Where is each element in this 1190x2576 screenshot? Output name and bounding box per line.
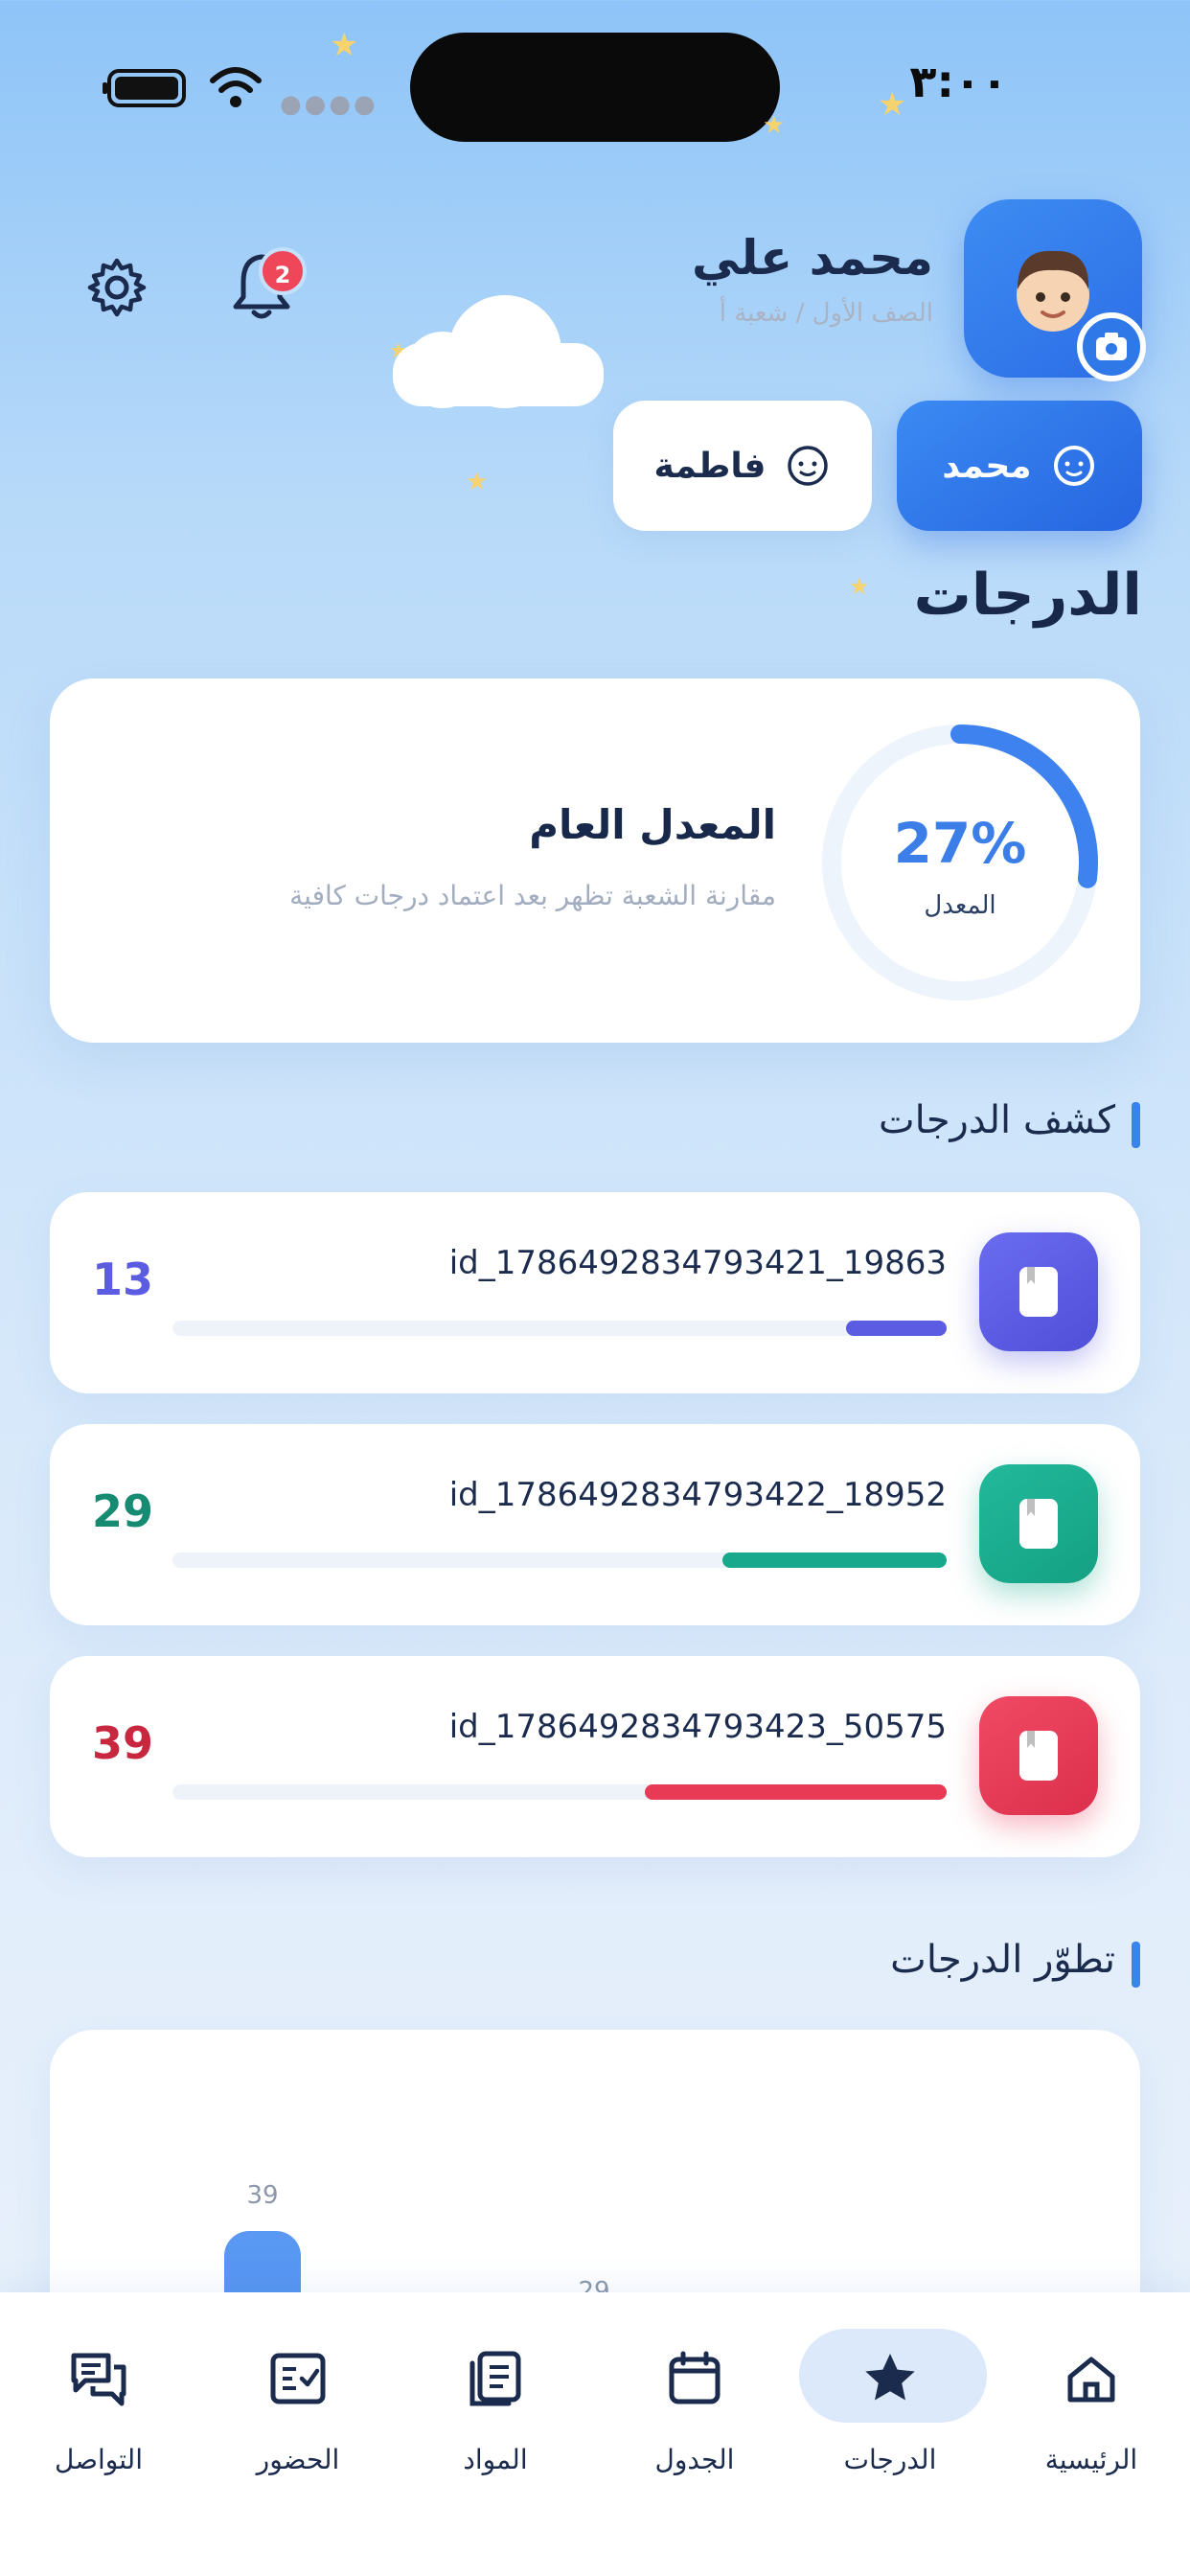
nav-label: المواد xyxy=(463,2444,528,2475)
page-title: الدرجات xyxy=(913,562,1142,629)
grade-row[interactable]: id_1786492834793423_50575 39 xyxy=(50,1656,1140,1857)
cloud-decoration xyxy=(393,295,604,408)
wifi-icon xyxy=(210,67,262,107)
chart-data-label: 39 xyxy=(246,2181,279,2210)
grade-progress-fill xyxy=(845,1321,947,1336)
grade-progress-track xyxy=(172,1321,947,1336)
status-time: ٣:٠٠ xyxy=(909,56,1008,107)
average-label: المعدل xyxy=(924,891,996,920)
grade-progress-fill xyxy=(644,1784,947,1800)
kid-tab-fatima[interactable]: فاطمة xyxy=(613,401,872,531)
average-subtitle: مقارنة الشعبة تظهر بعد اعتماد درجات كافي… xyxy=(289,880,776,911)
nav-item-home[interactable]: الرئيسية xyxy=(1000,2329,1182,2520)
gear-icon[interactable] xyxy=(86,257,148,318)
grade-progress-track xyxy=(172,1784,947,1800)
grade-value: 39 xyxy=(92,1717,154,1769)
book-icon xyxy=(979,1696,1098,1815)
grade-row[interactable]: id_1786492834793422_18952 29 xyxy=(50,1424,1140,1625)
grade-subject-name: id_1786492834793423_50575 xyxy=(448,1708,947,1746)
battery-icon xyxy=(103,69,186,107)
avatar[interactable] xyxy=(964,199,1146,381)
dynamic-island xyxy=(410,33,780,142)
calendar-icon xyxy=(669,2351,721,2404)
star-icon xyxy=(865,2354,915,2401)
user-name: محمد علي xyxy=(692,230,933,286)
grade-value: 13 xyxy=(92,1254,154,1305)
average-card: 27% المعدل المعدل العام مقارنة الشعبة تظ… xyxy=(50,678,1140,1043)
nav-label: الرئيسية xyxy=(1044,2444,1138,2475)
grade-subject-name: id_1786492834793422_18952 xyxy=(448,1476,947,1514)
kid-tab-mohammed[interactable]: محمد xyxy=(897,401,1142,531)
grade-value: 29 xyxy=(92,1485,154,1537)
grades-section-title: كشف الدرجات xyxy=(879,1098,1141,1148)
nav-label: الجدول xyxy=(654,2444,735,2475)
user-class: الصف الأول / شعبة أ xyxy=(719,299,933,328)
book-icon xyxy=(979,1232,1098,1351)
bottom-nav: الرئيسية الدرجات الجدول المواد الحضور ال… xyxy=(0,2292,1190,2576)
nav-item-communication[interactable]: التواصل xyxy=(8,2329,190,2520)
star-decoration-icon: ★ xyxy=(330,26,359,64)
nav-label: الدرجات xyxy=(843,2444,937,2475)
chat-icon xyxy=(71,2353,126,2406)
home-icon xyxy=(1067,2357,1115,2403)
camera-icon[interactable] xyxy=(1077,312,1146,381)
kid-tab-label: محمد xyxy=(942,446,1032,486)
subjects-icon xyxy=(469,2351,521,2406)
nav-item-grades[interactable]: الدرجات xyxy=(799,2329,987,2520)
star-decoration-icon: ★ xyxy=(763,111,786,140)
child-face-icon xyxy=(788,446,829,486)
grade-row[interactable]: id_1786492834793421_19863 13 xyxy=(50,1192,1140,1393)
nav-label: الحضور xyxy=(256,2444,340,2475)
nav-item-subjects[interactable]: المواد xyxy=(404,2329,586,2520)
grade-progress-fill xyxy=(721,1552,947,1568)
star-decoration-icon: ★ xyxy=(878,85,907,124)
progress-section-title: تطوّر الدرجات xyxy=(890,1938,1140,1988)
nav-label: التواصل xyxy=(55,2444,143,2475)
child-face-icon xyxy=(1053,446,1094,486)
average-title: المعدل العام xyxy=(529,801,776,848)
grade-subject-name: id_1786492834793421_19863 xyxy=(448,1244,947,1282)
attendance-icon xyxy=(270,2353,326,2404)
grade-progress-track xyxy=(172,1552,947,1568)
notification-badge: 2 xyxy=(259,247,307,295)
signal-icon: ●●●● xyxy=(280,90,378,119)
star-decoration-icon: ★ xyxy=(849,573,870,600)
nav-item-schedule[interactable]: الجدول xyxy=(604,2329,786,2520)
kid-tab-label: فاطمة xyxy=(653,446,767,486)
star-decoration-icon: ★ xyxy=(466,468,489,496)
average-percent: 27% xyxy=(893,811,1027,876)
nav-item-attendance[interactable]: الحضور xyxy=(207,2329,389,2520)
book-icon xyxy=(979,1464,1098,1583)
